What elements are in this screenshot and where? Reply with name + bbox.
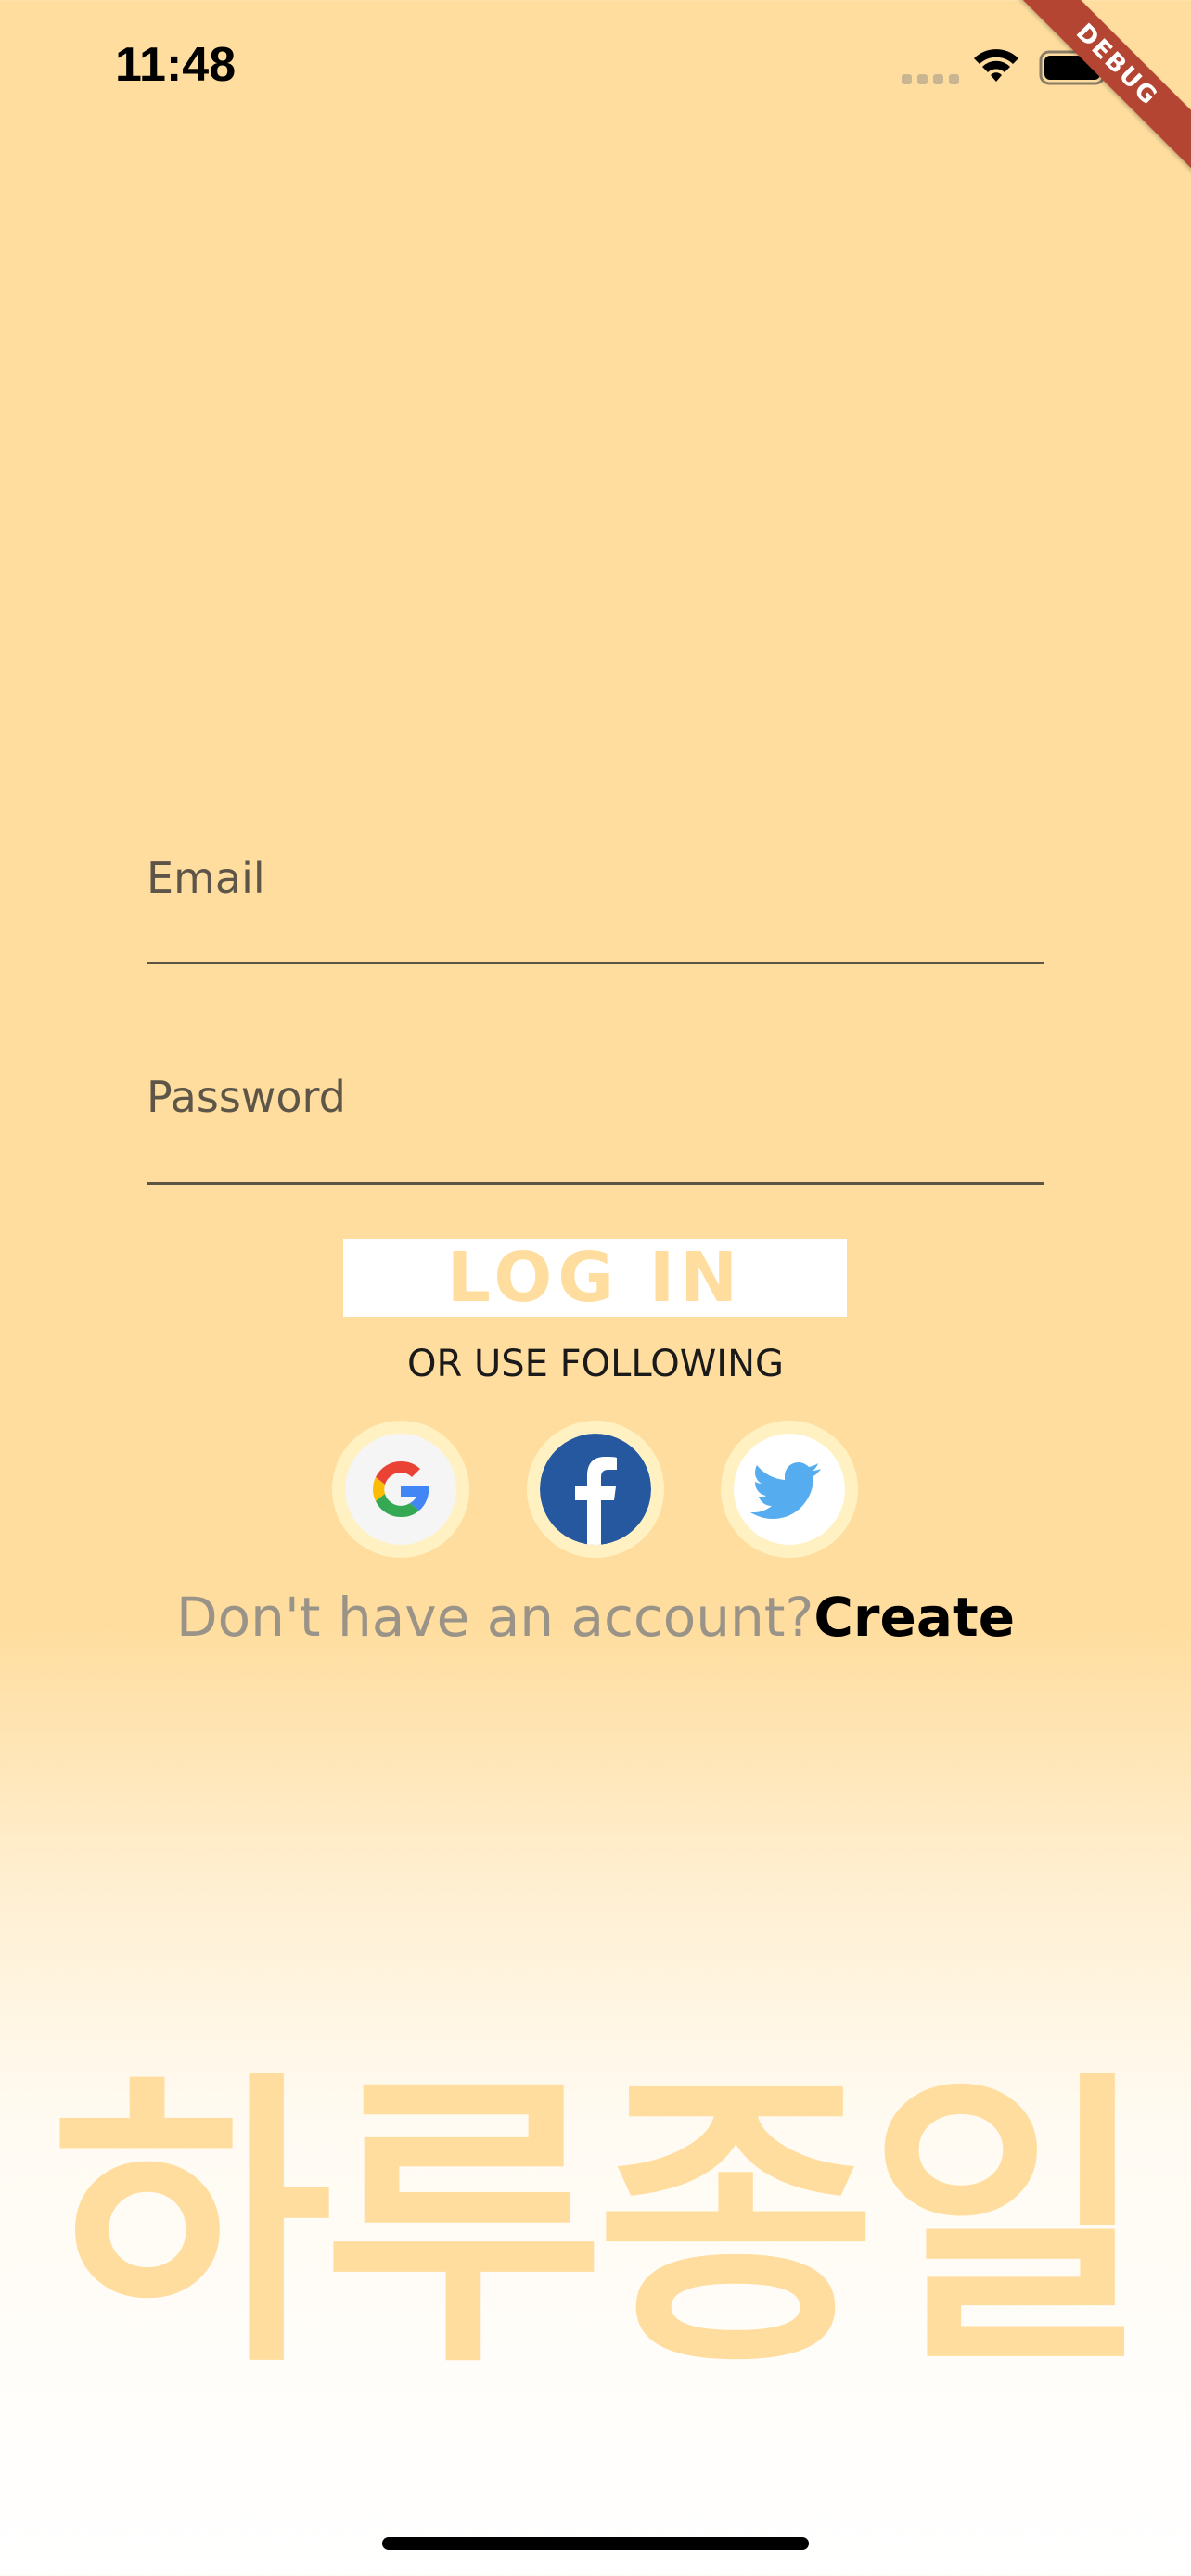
status-time: 11:48 [115,38,237,92]
home-indicator[interactable] [382,2537,809,2550]
login-button-label: LOG IN [446,1238,744,1318]
twitter-icon [734,1434,845,1545]
password-input[interactable] [147,1072,1048,1187]
facebook-login-button[interactable] [527,1421,664,1558]
signup-prompt: Don't have an account? [175,1586,814,1649]
password-underline [147,1182,1044,1185]
cellular-signal-icon [902,74,959,85]
status-bar: 11:48 [0,0,1191,139]
login-button[interactable]: LOG IN [343,1239,847,1317]
create-account-link[interactable]: Create [813,1586,1015,1649]
google-login-button[interactable] [332,1421,469,1558]
google-icon [345,1434,456,1545]
email-underline [147,962,1044,964]
email-field[interactable]: Email [147,853,1048,966]
signup-row: Don't have an account?Create [0,1586,1191,1649]
or-use-following-text: OR USE FOLLOWING [406,1343,785,1385]
email-input[interactable] [147,853,1048,966]
facebook-icon [540,1434,651,1545]
brand-logo-text: 하루종일 [50,2047,1149,2404]
wifi-icon [972,46,1020,83]
twitter-login-button[interactable] [721,1421,858,1558]
password-field[interactable]: Password [147,1072,1048,1187]
